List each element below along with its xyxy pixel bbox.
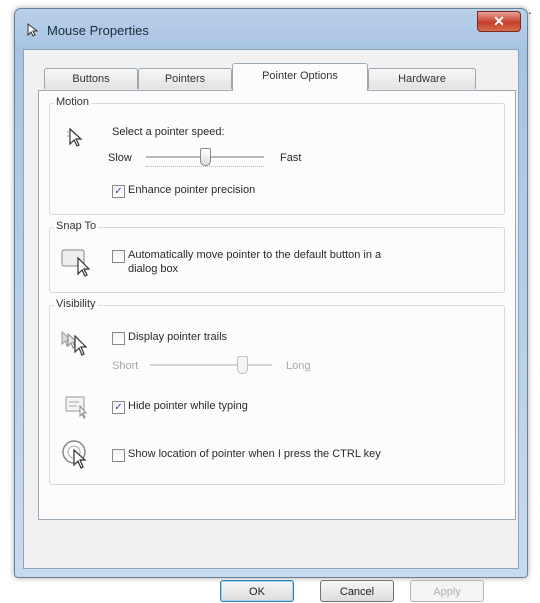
pointer-trails-slider-thumb[interactable] <box>236 356 248 374</box>
pointer-trails-checkbox[interactable] <box>112 332 125 345</box>
pointer-speed-slider-thumb[interactable] <box>200 148 211 166</box>
pointer-trails-track[interactable] <box>150 364 272 367</box>
visibility-group-title: Visibility <box>54 298 98 310</box>
motion-group-title: Motion <box>54 96 92 108</box>
check-icon: ✓ <box>114 402 123 413</box>
tab-label: Hardware <box>398 73 446 85</box>
tab-hardware[interactable]: Hardware <box>368 68 476 89</box>
pointer-speed-prompt: Select a pointer speed: <box>112 126 225 138</box>
slow-label: Slow <box>108 152 132 164</box>
dialog-client: Buttons Pointers Pointer Options Hardwar… <box>23 49 519 602</box>
hide-pointer-typing-label[interactable]: Hide pointer while typing <box>128 400 248 412</box>
speed-ticks <box>146 166 264 170</box>
pointer-options-panel: Motion Select a pointer speed: Slow Fast… <box>38 90 516 520</box>
snap-to-label-line2[interactable]: dialog box <box>128 263 178 275</box>
fast-label: Fast <box>280 152 302 164</box>
apply-button[interactable]: Apply <box>410 580 484 602</box>
tab-strip: Buttons Pointers Pointer Options Hardwar… <box>38 60 508 91</box>
short-label: Short <box>112 360 139 372</box>
mouse-properties-window: Mouse Properties ✕ Buttons Pointers Poin… <box>14 8 528 602</box>
pointer-trails-label[interactable]: Display pointer trails <box>128 331 227 343</box>
pointer-trails-icon <box>61 330 88 356</box>
enhance-precision-checkbox[interactable]: ✓ <box>112 185 125 198</box>
show-location-ctrl-checkbox[interactable] <box>112 449 125 462</box>
snap-to-checkbox[interactable] <box>112 250 125 263</box>
check-icon: ✓ <box>114 186 123 197</box>
snap-to-group: Snap To Automatically move pointer to th… <box>49 220 505 293</box>
snap-to-label-line1[interactable]: Automatically move pointer to the defaul… <box>128 249 381 261</box>
title-bar[interactable]: Mouse Properties ✕ <box>15 9 527 49</box>
cancel-button[interactable]: Cancel <box>320 580 394 602</box>
pointer-speed-icon <box>67 127 83 147</box>
ok-button[interactable]: OK <box>220 580 294 602</box>
show-location-ctrl-label[interactable]: Show location of pointer when I press th… <box>128 448 381 460</box>
close-button[interactable]: ✕ <box>477 11 521 32</box>
snap-to-button-icon <box>61 249 91 277</box>
tab-pointer-options[interactable]: Pointer Options <box>232 63 368 91</box>
show-pointer-location-icon <box>62 440 87 469</box>
tab-buttons[interactable]: Buttons <box>44 68 138 89</box>
tab-pointers[interactable]: Pointers <box>138 68 232 89</box>
snap-to-group-title: Snap To <box>54 220 99 232</box>
motion-group: Motion Select a pointer speed: Slow Fast… <box>49 96 505 215</box>
hide-pointer-typing-checkbox[interactable]: ✓ <box>112 401 125 414</box>
enhance-precision-label[interactable]: Enhance pointer precision <box>128 184 255 196</box>
hide-while-typing-icon <box>65 396 88 419</box>
long-label: Long <box>286 360 311 372</box>
stray-dot: . <box>528 2 532 17</box>
window-title: Mouse Properties <box>47 23 149 38</box>
tab-label: Buttons <box>72 73 110 85</box>
tab-label: Pointers <box>164 73 206 85</box>
mouse-pointer-icon <box>27 22 39 37</box>
tab-label: Pointer Options <box>262 70 338 82</box>
close-icon: ✕ <box>493 13 505 29</box>
visibility-group: Visibility Display pointer trails Short … <box>49 298 505 485</box>
